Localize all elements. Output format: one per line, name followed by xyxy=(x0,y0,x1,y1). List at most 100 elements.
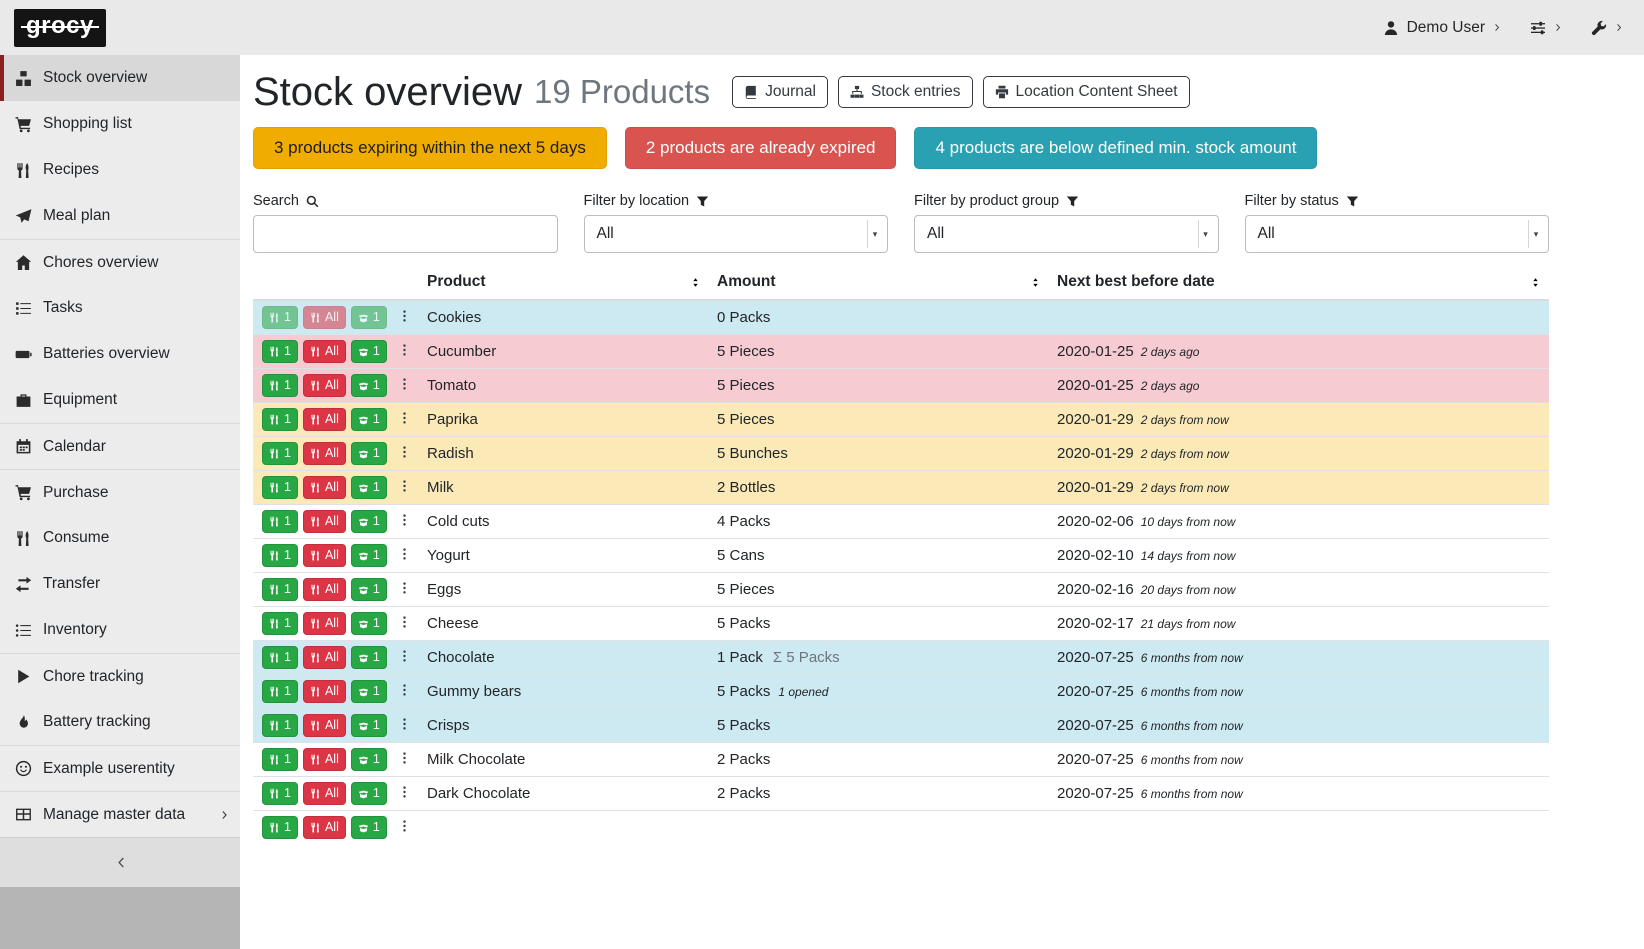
consume-one-button[interactable]: 1 xyxy=(262,510,298,533)
row-menu-button[interactable] xyxy=(394,782,415,805)
sidebar-item-equipment[interactable]: Equipment xyxy=(0,377,240,423)
row-menu-button[interactable] xyxy=(394,612,415,635)
sidebar-item-transfer[interactable]: Transfer xyxy=(0,561,240,607)
open-one-button[interactable]: 1 xyxy=(351,680,387,703)
column-header-product[interactable]: Product xyxy=(419,267,709,300)
consume-one-button[interactable]: 1 xyxy=(262,578,298,601)
location-content-sheet-button[interactable]: Location Content Sheet xyxy=(983,76,1190,108)
open-one-button[interactable]: 1 xyxy=(351,340,387,363)
consume-one-button[interactable]: 1 xyxy=(262,374,298,397)
row-menu-button[interactable] xyxy=(394,408,415,431)
sidebar-item-tasks[interactable]: Tasks xyxy=(0,285,240,331)
consume-all-button[interactable]: All xyxy=(303,408,346,431)
app-logo[interactable]: grocy xyxy=(14,9,106,47)
row-menu-button[interactable] xyxy=(394,340,415,363)
status-select[interactable]: All ▾ xyxy=(1245,215,1550,253)
open-one-button[interactable]: 1 xyxy=(351,782,387,805)
sidebar-item-chore-tracking[interactable]: Chore tracking xyxy=(0,653,240,699)
sidebar-item-inventory[interactable]: Inventory xyxy=(0,607,240,653)
consume-all-button[interactable]: All xyxy=(303,340,346,363)
consume-one-button[interactable]: 1 xyxy=(262,612,298,635)
row-menu-button[interactable] xyxy=(394,442,415,465)
product-group-select[interactable]: All ▾ xyxy=(914,215,1219,253)
consume-all-button[interactable]: All xyxy=(303,306,346,329)
sidebar-collapse-button[interactable] xyxy=(0,837,240,887)
expiring-products-alert[interactable]: 3 products expiring within the next 5 da… xyxy=(253,127,607,169)
open-one-button[interactable]: 1 xyxy=(351,612,387,635)
open-one-button[interactable]: 1 xyxy=(351,748,387,771)
consume-all-button[interactable]: All xyxy=(303,714,346,737)
sidebar-item-calendar[interactable]: Calendar xyxy=(0,423,240,469)
consume-one-button[interactable]: 1 xyxy=(262,340,298,363)
consume-all-button[interactable]: All xyxy=(303,578,346,601)
admin-menu[interactable] xyxy=(1591,20,1624,36)
row-menu-button[interactable] xyxy=(394,374,415,397)
consume-all-button[interactable]: All xyxy=(303,748,346,771)
consume-one-button[interactable]: 1 xyxy=(262,748,298,771)
row-menu-button[interactable] xyxy=(394,714,415,737)
row-menu-button[interactable] xyxy=(394,578,415,601)
consume-all-button[interactable]: All xyxy=(303,510,346,533)
column-header-next-best-before-date[interactable]: Next best before date xyxy=(1049,267,1549,300)
consume-one-button[interactable]: 1 xyxy=(262,306,298,329)
below-min-stock-alert[interactable]: 4 products are below defined min. stock … xyxy=(914,127,1317,169)
row-menu-button[interactable] xyxy=(394,476,415,499)
consume-one-button[interactable]: 1 xyxy=(262,680,298,703)
sidebar-item-meal-plan[interactable]: Meal plan xyxy=(0,193,240,239)
consume-one-button[interactable]: 1 xyxy=(262,782,298,805)
consume-one-button[interactable]: 1 xyxy=(262,544,298,567)
open-one-button[interactable]: 1 xyxy=(351,306,387,329)
sidebar-item-manage-master-data[interactable]: Manage master data xyxy=(0,791,240,837)
open-one-button[interactable]: 1 xyxy=(351,374,387,397)
sidebar-item-batteries-overview[interactable]: Batteries overview xyxy=(0,331,240,377)
search-input[interactable] xyxy=(253,215,558,253)
open-one-button[interactable]: 1 xyxy=(351,714,387,737)
open-one-button[interactable]: 1 xyxy=(351,442,387,465)
location-select[interactable]: All ▾ xyxy=(584,215,889,253)
sidebar-item-consume[interactable]: Consume xyxy=(0,515,240,561)
column-header-amount[interactable]: Amount xyxy=(709,267,1049,300)
consume-all-button[interactable]: All xyxy=(303,782,346,805)
consume-all-button[interactable]: All xyxy=(303,442,346,465)
consume-one-button[interactable]: 1 xyxy=(262,476,298,499)
user-menu[interactable]: Demo User xyxy=(1383,19,1502,37)
open-one-button[interactable]: 1 xyxy=(351,408,387,431)
consume-all-button[interactable]: All xyxy=(303,680,346,703)
consume-one-button[interactable]: 1 xyxy=(262,714,298,737)
row-menu-button[interactable] xyxy=(394,510,415,533)
row-menu-button[interactable] xyxy=(394,646,415,669)
consume-all-button[interactable]: All xyxy=(303,476,346,499)
consume-all-button[interactable]: All xyxy=(303,374,346,397)
consume-all-button[interactable]: All xyxy=(303,612,346,635)
sidebar-item-recipes[interactable]: Recipes xyxy=(0,147,240,193)
row-menu-button[interactable] xyxy=(394,816,415,839)
row-menu-button[interactable] xyxy=(394,544,415,567)
consume-all-button[interactable]: All xyxy=(303,544,346,567)
open-one-button[interactable]: 1 xyxy=(351,816,387,839)
expired-products-alert[interactable]: 2 products are already expired xyxy=(625,127,897,169)
open-one-button[interactable]: 1 xyxy=(351,510,387,533)
open-one-button[interactable]: 1 xyxy=(351,578,387,601)
consume-one-button[interactable]: 1 xyxy=(262,408,298,431)
open-one-button[interactable]: 1 xyxy=(351,544,387,567)
consume-all-button[interactable]: All xyxy=(303,816,346,839)
button-count-label: 1 xyxy=(373,651,380,664)
settings-menu[interactable] xyxy=(1530,20,1563,36)
consume-one-button[interactable]: 1 xyxy=(262,646,298,669)
sidebar-item-shopping-list[interactable]: Shopping list xyxy=(0,101,240,147)
row-menu-button[interactable] xyxy=(394,748,415,771)
consume-one-button[interactable]: 1 xyxy=(262,442,298,465)
sidebar-item-stock-overview[interactable]: Stock overview xyxy=(0,55,240,101)
row-menu-button[interactable] xyxy=(394,306,415,329)
sidebar-item-battery-tracking[interactable]: Battery tracking xyxy=(0,699,240,745)
sidebar-item-chores-overview[interactable]: Chores overview xyxy=(0,239,240,285)
open-one-button[interactable]: 1 xyxy=(351,476,387,499)
row-menu-button[interactable] xyxy=(394,680,415,703)
journal-button[interactable]: Journal xyxy=(732,76,828,108)
sidebar-item-purchase[interactable]: Purchase xyxy=(0,469,240,515)
consume-one-button[interactable]: 1 xyxy=(262,816,298,839)
open-one-button[interactable]: 1 xyxy=(351,646,387,669)
consume-all-button[interactable]: All xyxy=(303,646,346,669)
stock-entries-button[interactable]: Stock entries xyxy=(838,76,973,108)
sidebar-item-example-userentity[interactable]: Example userentity xyxy=(0,745,240,791)
